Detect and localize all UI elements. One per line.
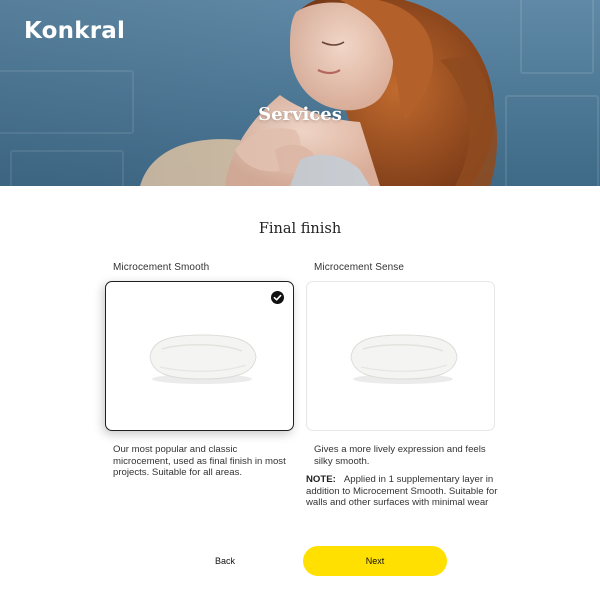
brand-logo[interactable]: Konkral [24,18,125,44]
pillow-icon [350,334,458,384]
option-note: NOTE: Applied in 1 supplementary layer i… [306,474,498,509]
check-icon [271,291,284,304]
option-card-smooth[interactable] [105,281,294,431]
back-button[interactable]: Back [195,548,255,574]
section-title: Final finish [258,221,342,237]
note-label: NOTE: [306,474,336,485]
hero-banner: Konkral Services [0,0,600,186]
option-card-sense[interactable] [306,281,495,431]
next-button[interactable]: Next [303,546,447,576]
option-description-sense: Gives a more lively expression and feels… [314,444,486,467]
option-description-smooth: Our most popular and classic microcement… [113,444,286,478]
page-title: Services [258,104,342,125]
option-label-smooth: Microcement Smooth [113,262,210,273]
option-label-sense: Microcement Sense [314,262,405,273]
pillow-icon [149,334,257,384]
